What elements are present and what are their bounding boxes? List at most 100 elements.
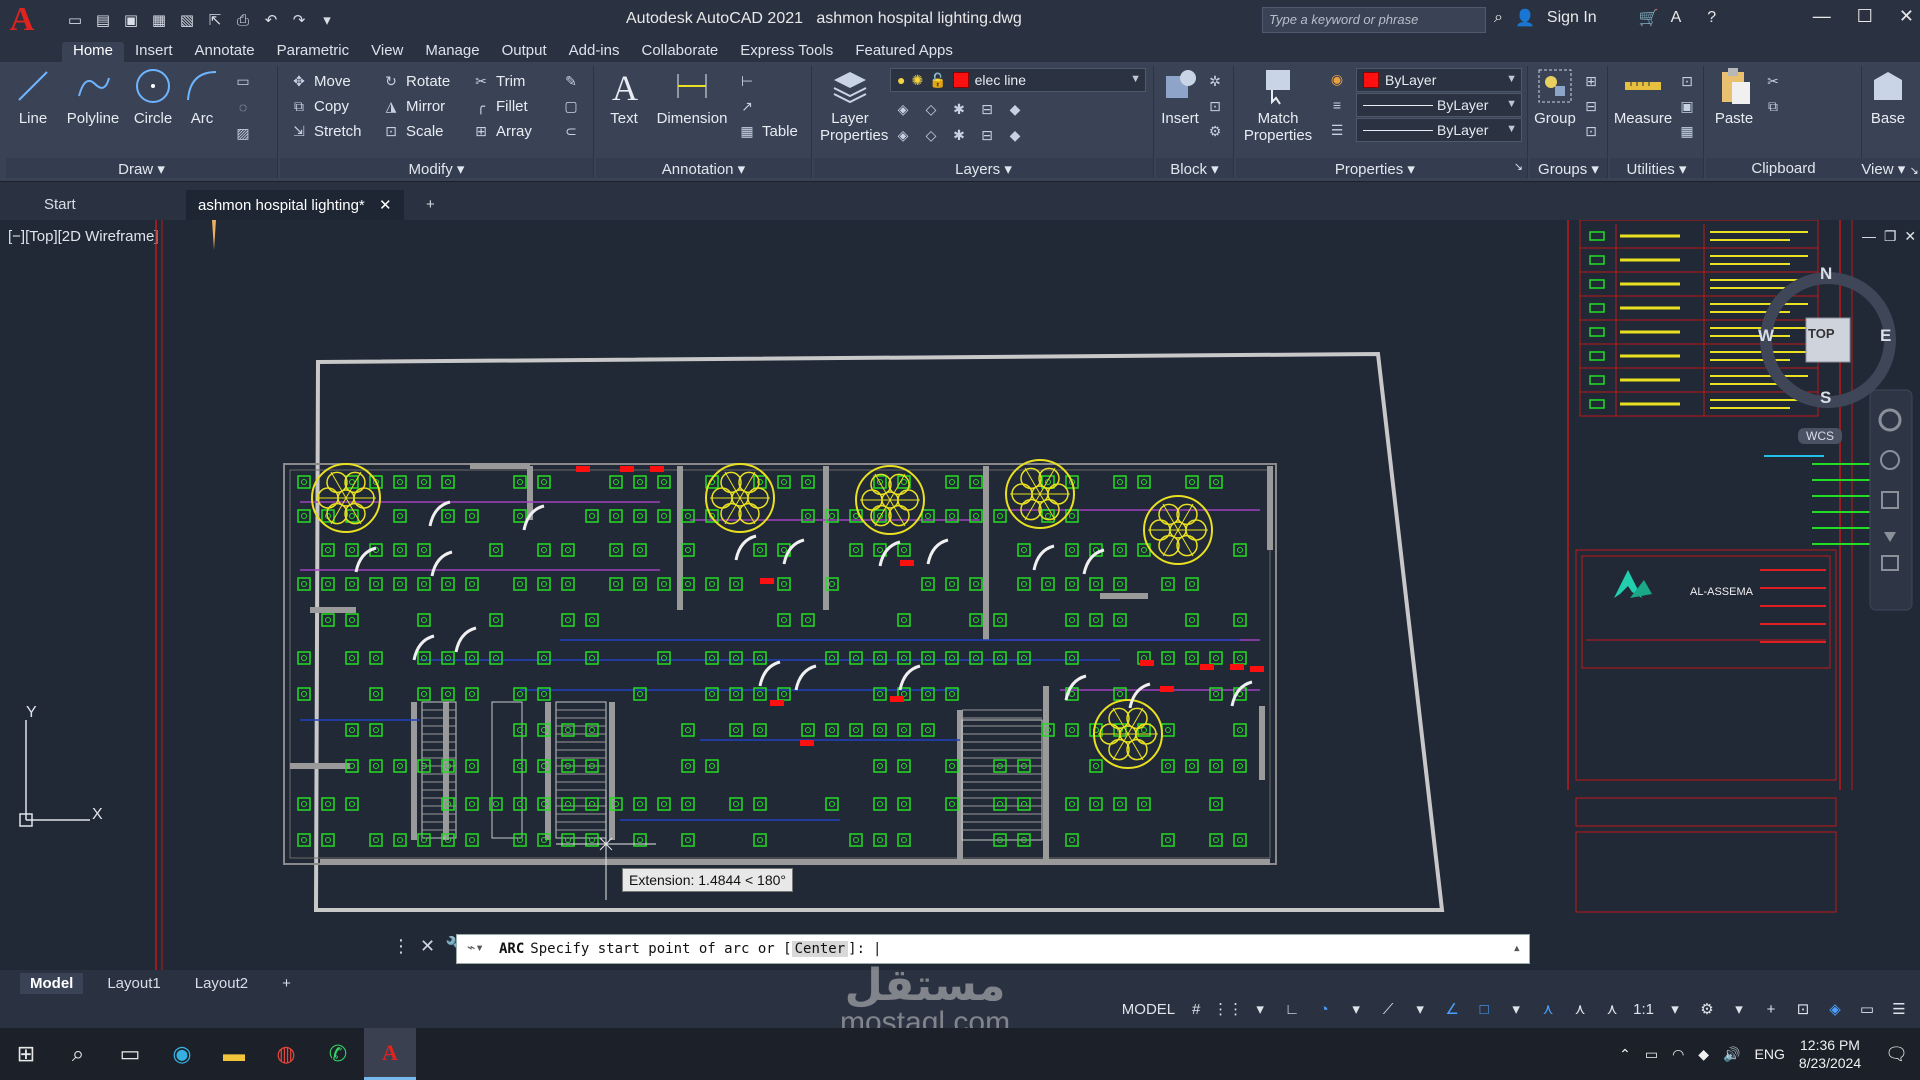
clock[interactable]: 12:36 PM 8/23/2024 xyxy=(1799,1036,1861,1072)
group-button[interactable]: Group xyxy=(1530,66,1580,127)
base-button[interactable]: Base xyxy=(1860,66,1916,127)
battery-icon[interactable]: ▭ xyxy=(1645,1046,1658,1063)
group-edit-button[interactable]: ⊟ xyxy=(1582,97,1600,115)
offset-button[interactable]: ⊂ xyxy=(562,122,580,140)
circle-button[interactable]: Circle xyxy=(126,66,180,127)
object-snap-icon[interactable]: □ xyxy=(1473,1001,1495,1018)
insert-button[interactable]: Insert xyxy=(1156,66,1204,127)
file-explorer-icon[interactable]: ▬ xyxy=(208,1028,260,1080)
save-icon[interactable]: ▣ xyxy=(120,9,142,31)
isodraft-icon[interactable]: ⟋ xyxy=(1377,1001,1399,1018)
tab-home[interactable]: Home xyxy=(62,42,125,62)
tab-view[interactable]: View xyxy=(360,42,414,62)
tab-start[interactable]: Start xyxy=(32,190,182,220)
grid-icon[interactable]: # xyxy=(1185,1001,1207,1018)
tab-parametric[interactable]: Parametric xyxy=(266,42,361,62)
close-tab-icon[interactable]: ✕ xyxy=(379,197,392,214)
stretch-button[interactable]: ⇲ Stretch xyxy=(290,122,361,140)
layers-panel-title[interactable]: Layers ▾ xyxy=(814,158,1153,178)
annotation-scale-value[interactable]: 1:1 xyxy=(1633,1001,1654,1018)
polyline-button[interactable]: Polyline xyxy=(60,66,126,127)
block-panel-title[interactable]: Block ▾ xyxy=(1156,158,1233,178)
wcs-menu[interactable]: WCS xyxy=(1798,428,1842,444)
utilities-panel-title[interactable]: Utilities ▾ xyxy=(1610,158,1703,178)
fullscreen-icon[interactable]: ▭ xyxy=(1856,1000,1878,1018)
polar-icon[interactable]: ◔ xyxy=(1313,1001,1335,1018)
search-icon[interactable]: ⌕ xyxy=(1494,9,1503,27)
tab-manage[interactable]: Manage xyxy=(414,42,490,62)
tab-model[interactable]: Model xyxy=(20,972,84,994)
search-input[interactable]: Type a keyword or phrase xyxy=(1262,7,1486,33)
hamburger-menu-icon[interactable]: ☰ xyxy=(1888,1000,1910,1018)
recent-commands-icon[interactable]: ⌁▾ xyxy=(467,940,484,956)
dimension-button[interactable]: Dimension xyxy=(652,66,732,127)
task-view-icon[interactable]: ▭ xyxy=(104,1028,156,1080)
modify-panel-title[interactable]: Modify ▾ xyxy=(280,158,593,178)
auto-scale-icon[interactable]: ⋏ xyxy=(1569,1000,1591,1018)
line-button[interactable]: Line xyxy=(8,66,58,127)
tab-featured-apps[interactable]: Featured Apps xyxy=(844,42,964,62)
layer-walk-icon[interactable]: ◆ xyxy=(1006,126,1024,144)
command-option-center[interactable]: Center xyxy=(791,941,849,957)
trim-button[interactable]: ✂ Trim xyxy=(472,72,525,90)
attribute-button[interactable]: ⚙ xyxy=(1206,122,1224,140)
make-current-icon[interactable]: ◈ xyxy=(894,126,912,144)
create-block-button[interactable]: ✲ xyxy=(1206,72,1224,90)
chevron-down-icon[interactable]: ▾ xyxy=(1728,1000,1750,1018)
autocad-taskbar-icon[interactable]: A xyxy=(364,1028,416,1080)
notifications-icon[interactable]: 🗨 xyxy=(1885,1044,1908,1065)
chrome-browser-icon[interactable]: ◍ xyxy=(260,1028,312,1080)
layer-previous-icon[interactable]: ◇ xyxy=(922,126,940,144)
tab-active-drawing[interactable]: ashmon hospital lighting* ✕ xyxy=(186,190,404,220)
new-file-icon[interactable]: ▭ xyxy=(64,9,86,31)
tab-collaborate[interactable]: Collaborate xyxy=(630,42,729,62)
layer-freeze-icon[interactable]: ✱ xyxy=(950,100,968,118)
minimize-icon[interactable]: — xyxy=(1813,6,1831,27)
export-icon[interactable]: ⇱ xyxy=(204,9,226,31)
draw-panel-title[interactable]: Draw ▾ xyxy=(6,158,277,178)
chevron-down-icon[interactable]: ▾ xyxy=(1249,1000,1271,1018)
lineweight-dropdown[interactable]: ByLayer ▼ xyxy=(1356,93,1522,117)
rotate-button[interactable]: ↻ Rotate xyxy=(382,72,450,90)
volume-icon[interactable]: 🔊 xyxy=(1723,1046,1740,1063)
table-button[interactable]: ▦ Table xyxy=(738,122,797,140)
undo-icon[interactable]: ↶ xyxy=(260,9,282,31)
layer-match-icon[interactable]: ◆ xyxy=(1006,100,1024,118)
tab-insert[interactable]: Insert xyxy=(124,42,184,62)
viewcube-top-face[interactable]: TOP xyxy=(1808,326,1835,341)
array-button[interactable]: ⊞ Array xyxy=(472,122,532,140)
linetype-button[interactable]: ☰ xyxy=(1328,121,1346,139)
properties-panel-title[interactable]: Properties ▾ ↘ xyxy=(1236,158,1527,178)
chevron-down-icon[interactable]: ▾ xyxy=(1345,1000,1367,1018)
lineweight-button[interactable]: ≡ xyxy=(1328,96,1346,114)
command-line-input[interactable]: ⌁▾ ARC Specify start point of arc or [Ce… xyxy=(456,934,1530,964)
layer-properties-button[interactable]: Layer Properties xyxy=(814,66,888,144)
close-command-icon[interactable]: ✕ xyxy=(420,936,435,957)
layer-dropdown[interactable]: ● ✺ 🔓 elec line ▼ xyxy=(890,68,1146,92)
calculator-button[interactable]: ▦ xyxy=(1678,122,1696,140)
wifi-icon[interactable]: ◠ xyxy=(1672,1046,1684,1063)
hatch-button[interactable]: ◌ xyxy=(234,98,252,116)
maximize-icon[interactable]: ☐ xyxy=(1857,6,1873,27)
gradient-button[interactable]: ▨ xyxy=(234,124,252,142)
new-tab-button[interactable]: + xyxy=(414,190,447,220)
snap-icon[interactable]: ⋮⋮ xyxy=(1213,1000,1243,1018)
plus-icon[interactable]: + xyxy=(1760,1001,1782,1018)
user-icon[interactable]: 👤 xyxy=(1515,8,1535,28)
save-as-icon[interactable]: ▦ xyxy=(148,9,170,31)
tab-add-ins[interactable]: Add-ins xyxy=(558,42,631,62)
command-history-toggle-icon[interactable]: ▴ xyxy=(1513,940,1521,956)
ortho-icon[interactable]: ∟ xyxy=(1281,1001,1303,1018)
plot-icon[interactable]: ⎙ xyxy=(232,9,254,31)
model-space-button[interactable]: MODEL xyxy=(1122,1001,1175,1018)
object-snap-tracking-icon[interactable]: ∠ xyxy=(1441,1000,1463,1018)
autocad-logo-icon[interactable]: A xyxy=(0,0,44,40)
compass-east[interactable]: E xyxy=(1880,326,1891,346)
compass-north[interactable]: N xyxy=(1820,264,1832,284)
linear-dim-button[interactable]: ⊢ xyxy=(738,72,756,90)
compass-south[interactable]: S xyxy=(1820,388,1831,408)
search-icon[interactable]: ⌕ xyxy=(52,1028,104,1080)
open-folder-icon[interactable]: ▤ xyxy=(92,9,114,31)
layer-unlock-icon[interactable]: ⊟ xyxy=(978,126,996,144)
measure-button[interactable]: Measure xyxy=(1610,66,1676,127)
